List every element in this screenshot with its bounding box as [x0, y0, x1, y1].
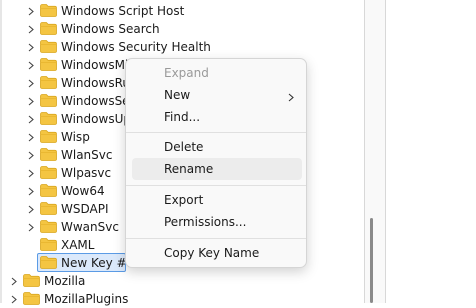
chevron-right-icon[interactable]	[27, 187, 35, 195]
chevron-right-icon[interactable]	[27, 169, 35, 177]
menu-item-new[interactable]: New	[132, 84, 302, 106]
tree-item-label: WindowsRu	[61, 76, 130, 90]
folder-icon	[40, 112, 57, 125]
chevron-right-icon[interactable]	[27, 97, 35, 105]
tree-item[interactable]: Mozilla	[0, 272, 364, 290]
tree-item[interactable]: Windows Search	[0, 20, 364, 38]
menu-item-copy-key-name[interactable]: Copy Key Name	[132, 242, 302, 264]
menu-item-label: New	[164, 88, 191, 102]
tree-item[interactable]: MozillaPlugins	[0, 290, 364, 308]
menu-item-rename[interactable]: Rename	[132, 158, 302, 180]
chevron-right-icon[interactable]	[27, 43, 35, 51]
chevron-right-icon[interactable]	[10, 295, 18, 303]
chevron-right-icon[interactable]	[27, 25, 35, 33]
chevron-right-icon	[288, 91, 294, 105]
tree-item-label: WindowsMi	[61, 58, 129, 72]
folder-icon	[40, 148, 57, 161]
menu-item-label: Rename	[164, 162, 214, 176]
folder-icon	[40, 40, 57, 53]
folder-icon	[40, 130, 57, 143]
folder-icon	[40, 202, 57, 215]
chevron-right-icon[interactable]	[27, 205, 35, 213]
menu-item-label: Delete	[164, 140, 204, 154]
tree-item-label: Wlpasvc	[61, 166, 112, 180]
folder-icon	[40, 94, 57, 107]
chevron-right-icon[interactable]	[27, 7, 35, 15]
tree-item-label: WwanSvc	[61, 220, 119, 234]
tree-item-label: Windows Script Host	[61, 4, 185, 18]
tree-item[interactable]: Windows Security Health	[0, 38, 364, 56]
folder-icon	[40, 58, 57, 71]
tree-item-label: WindowsSel	[61, 94, 133, 108]
tree-item-label: WSDAPI	[61, 202, 109, 216]
menu-item-export[interactable]: Export	[132, 189, 302, 211]
tree-item-label: XAML	[61, 238, 95, 252]
folder-icon	[40, 256, 57, 269]
folder-icon	[40, 4, 57, 17]
menu-item-label: Find...	[164, 110, 201, 124]
chevron-right-icon[interactable]	[27, 151, 35, 159]
vertical-scrollbar[interactable]	[364, 0, 386, 303]
tree-item-label: New Key #1	[61, 256, 135, 270]
context-menu: Expand New Find... Delete Rename Export …	[125, 58, 307, 268]
menu-separator	[126, 132, 306, 133]
tree-item-label: Wow64	[61, 184, 105, 198]
menu-item-label: Expand	[164, 66, 209, 80]
tree-item-label: WindowsUp	[61, 112, 131, 126]
chevron-right-icon[interactable]	[27, 61, 35, 69]
menu-separator	[126, 238, 306, 239]
menu-item-expand: Expand	[132, 62, 302, 84]
folder-icon	[40, 184, 57, 197]
values-pane	[386, 0, 476, 303]
tree-item-label: Mozilla	[44, 274, 86, 288]
menu-item-label: Permissions...	[164, 215, 247, 229]
menu-item-label: Copy Key Name	[164, 246, 260, 260]
folder-icon	[40, 22, 57, 35]
folder-icon	[23, 274, 40, 287]
chevron-right-icon[interactable]	[10, 277, 18, 285]
menu-item-find[interactable]: Find...	[132, 106, 302, 128]
menu-item-label: Export	[164, 193, 204, 207]
chevron-right-icon[interactable]	[27, 79, 35, 87]
chevron-right-icon[interactable]	[27, 223, 35, 231]
folder-icon	[40, 238, 57, 251]
chevron-right-icon[interactable]	[27, 133, 35, 141]
tree-item-label: Windows Search	[61, 22, 160, 36]
folder-icon	[40, 166, 57, 179]
tree-item[interactable]: Windows Script Host	[0, 2, 364, 20]
tree-item-label: MozillaPlugins	[44, 292, 129, 306]
folder-icon	[40, 76, 57, 89]
menu-item-permissions[interactable]: Permissions...	[132, 211, 302, 233]
chevron-right-icon[interactable]	[27, 115, 35, 123]
tree-item-label: Wisp	[61, 130, 90, 144]
scrollbar-thumb[interactable]	[370, 218, 373, 303]
menu-item-delete[interactable]: Delete	[132, 136, 302, 158]
menu-separator	[126, 185, 306, 186]
folder-icon	[40, 220, 57, 233]
tree-item-label: WlanSvc	[61, 148, 113, 162]
tree-item-label: Windows Security Health	[61, 40, 211, 54]
folder-icon	[23, 292, 40, 305]
